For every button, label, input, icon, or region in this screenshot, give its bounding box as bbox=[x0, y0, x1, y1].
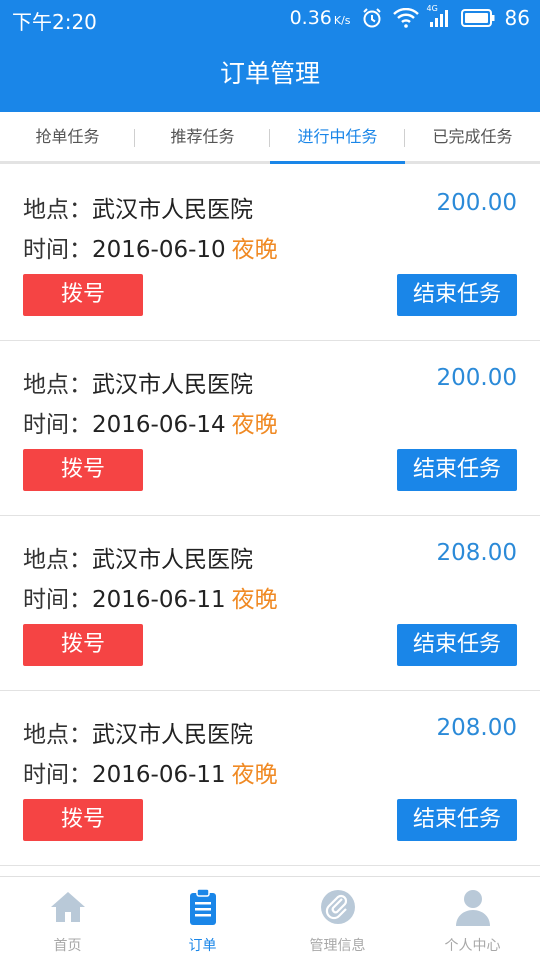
time-label: 时间： bbox=[23, 587, 92, 613]
dial-button[interactable]: 拨号 bbox=[23, 624, 143, 666]
battery-level: 86 bbox=[504, 6, 530, 30]
order-price: 200.00 bbox=[436, 365, 517, 391]
time-row: 时间：2016-06-10 夜晚 bbox=[23, 230, 278, 264]
order-price: 208.00 bbox=[436, 715, 517, 741]
nav-management[interactable]: 管理信息 bbox=[270, 877, 405, 960]
location-label: 地点： bbox=[23, 547, 92, 573]
nav-profile[interactable]: 个人中心 bbox=[405, 877, 540, 960]
location-row: 地点：武汉市人民医院 bbox=[23, 190, 253, 224]
period-value: 夜晚 bbox=[231, 412, 278, 438]
dial-button[interactable]: 拨号 bbox=[23, 449, 143, 491]
status-indicators: 0.36 K/s 4G 86 bbox=[289, 4, 530, 30]
location-label: 地点： bbox=[23, 197, 92, 223]
period-value: 夜晚 bbox=[231, 587, 278, 613]
tab-completed[interactable]: 已完成任务 bbox=[405, 112, 540, 161]
time-label: 时间： bbox=[23, 762, 92, 788]
location-value: 武汉市人民医院 bbox=[92, 197, 253, 223]
nav-label: 管理信息 bbox=[309, 938, 366, 954]
location-value: 武汉市人民医院 bbox=[92, 722, 253, 748]
network-speed: 0.36 K/s bbox=[289, 7, 351, 29]
time-label: 时间： bbox=[23, 237, 92, 263]
period-value: 夜晚 bbox=[231, 762, 278, 788]
location-row: 地点：武汉市人民医院 bbox=[23, 715, 253, 749]
order-tabs: 抢单任务 推荐任务 进行中任务 已完成任务 bbox=[0, 112, 540, 164]
location-label: 地点： bbox=[23, 372, 92, 398]
nav-home[interactable]: 首页 bbox=[0, 877, 135, 960]
location-row: 地点：武汉市人民医院 bbox=[23, 365, 253, 399]
status-bar: 下午2:20 0.36 K/s 4G 86 bbox=[0, 0, 540, 36]
tab-recommended[interactable]: 推荐任务 bbox=[135, 112, 270, 161]
nav-label: 个人中心 bbox=[444, 938, 501, 954]
nav-orders[interactable]: 订单 bbox=[135, 877, 270, 960]
nav-label: 订单 bbox=[188, 938, 217, 954]
wifi-icon bbox=[392, 8, 419, 28]
order-card: 地点：武汉市人民医院 200.00 时间：2016-06-14 夜晚 拨号 结束任… bbox=[0, 341, 540, 516]
tab-grab-orders[interactable]: 抢单任务 bbox=[0, 112, 135, 161]
end-task-button[interactable]: 结束任务 bbox=[397, 799, 517, 841]
time-row: 时间：2016-06-14 夜晚 bbox=[23, 405, 278, 439]
app-header: 订单管理 bbox=[0, 36, 540, 112]
battery-icon bbox=[460, 9, 495, 27]
end-task-button[interactable]: 结束任务 bbox=[397, 449, 517, 491]
order-card: 地点：武汉市人民医院 200.00 时间：2016-06-10 夜晚 拨号 结束任… bbox=[0, 166, 540, 341]
period-value: 夜晚 bbox=[231, 237, 278, 263]
time-row: 时间：2016-06-11 夜晚 bbox=[23, 580, 278, 614]
time-label: 时间： bbox=[23, 412, 92, 438]
tab-in-progress[interactable]: 进行中任务 bbox=[270, 112, 405, 164]
date-value: 2016-06-10 bbox=[92, 237, 226, 263]
date-value: 2016-06-14 bbox=[92, 412, 226, 438]
end-task-button[interactable]: 结束任务 bbox=[397, 624, 517, 666]
order-card: 地点：武汉市人民医院 208.00 时间：2016-06-11 夜晚 拨号 结束任… bbox=[0, 691, 540, 866]
dial-button[interactable]: 拨号 bbox=[23, 799, 143, 841]
date-value: 2016-06-11 bbox=[92, 587, 226, 613]
status-time: 下午2:20 bbox=[12, 10, 97, 34]
order-price: 200.00 bbox=[436, 190, 517, 216]
nav-label: 首页 bbox=[53, 938, 82, 954]
location-value: 武汉市人民医院 bbox=[92, 372, 253, 398]
location-row: 地点：武汉市人民医院 bbox=[23, 540, 253, 574]
alarm-icon bbox=[361, 7, 383, 29]
location-value: 武汉市人民医院 bbox=[92, 547, 253, 573]
location-label: 地点： bbox=[23, 722, 92, 748]
order-list: 地点：武汉市人民医院 200.00 时间：2016-06-10 夜晚 拨号 结束任… bbox=[0, 166, 540, 866]
dial-button[interactable]: 拨号 bbox=[23, 274, 143, 316]
end-task-button[interactable]: 结束任务 bbox=[397, 274, 517, 316]
order-card: 地点：武汉市人民医院 208.00 时间：2016-06-11 夜晚 拨号 结束任… bbox=[0, 516, 540, 691]
order-price: 208.00 bbox=[436, 540, 517, 566]
page-title: 订单管理 bbox=[219, 59, 320, 88]
cell-signal-icon: 4G bbox=[427, 4, 451, 28]
time-row: 时间：2016-06-11 夜晚 bbox=[23, 755, 278, 789]
bottom-nav: 首页 订单 管理信息 个人中心 bbox=[0, 876, 540, 960]
date-value: 2016-06-11 bbox=[92, 762, 226, 788]
